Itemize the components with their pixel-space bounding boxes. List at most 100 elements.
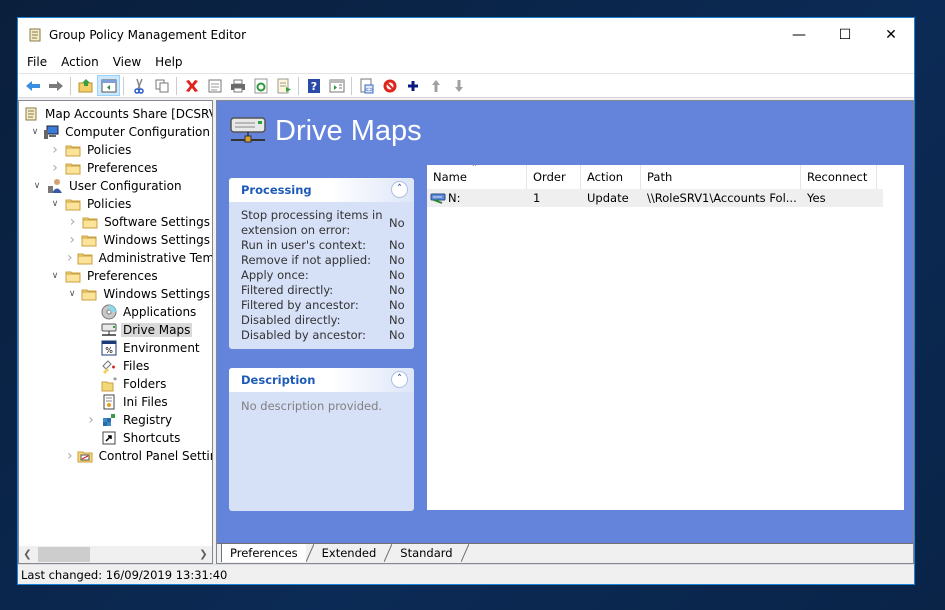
preferences-view: Drive Maps Processing ˄ Stop processing … xyxy=(217,101,913,543)
menu-file[interactable]: File xyxy=(20,55,54,69)
chevron-right-icon[interactable]: › xyxy=(67,448,73,464)
collapse-processing-button[interactable]: ˄ xyxy=(391,181,408,198)
horizontal-scrollbar[interactable]: ❮ ❯ xyxy=(19,546,212,563)
maximize-button[interactable]: ☐ xyxy=(822,18,868,51)
column-header-action[interactable]: Action xyxy=(581,165,641,189)
back-button[interactable] xyxy=(21,75,44,96)
processing-value: No xyxy=(389,253,405,267)
expander-placeholder xyxy=(85,432,97,444)
tree-item[interactable]: ∨ Windows Settings xyxy=(19,285,212,303)
export-list-button[interactable] xyxy=(272,75,295,96)
sort-ascending-icon: ⌃ xyxy=(471,163,478,172)
stop-button[interactable] xyxy=(378,75,401,96)
minimize-button[interactable]: — xyxy=(776,18,822,51)
delete-button[interactable] xyxy=(180,75,203,96)
print-button[interactable] xyxy=(226,75,249,96)
processing-value: No xyxy=(389,298,405,312)
tree-item[interactable]: › Registry xyxy=(19,411,212,429)
tree-item[interactable]: * Folders xyxy=(19,375,212,393)
tree-item[interactable]: Ini Files xyxy=(19,393,212,411)
column-header-reconnect[interactable]: Reconnect xyxy=(801,165,877,189)
refresh-button[interactable] xyxy=(249,75,272,96)
tab-standard[interactable]: Standard xyxy=(392,544,460,562)
tree-item[interactable]: Files xyxy=(19,357,212,375)
toolbar-separator xyxy=(70,76,71,95)
processing-panel-title: Processing xyxy=(241,183,312,197)
forward-button[interactable] xyxy=(44,75,67,96)
tree-item[interactable]: › Control Panel Setting xyxy=(19,447,212,465)
tree-item[interactable]: Drive Maps xyxy=(19,321,212,339)
tree-item[interactable]: › Software Settings xyxy=(19,213,212,231)
copy-button[interactable] xyxy=(150,75,173,96)
column-header-order[interactable]: Order xyxy=(527,165,581,189)
properties-button[interactable] xyxy=(203,75,226,96)
back-arrow-icon xyxy=(25,80,40,91)
printer-icon xyxy=(230,79,245,92)
tab-separator xyxy=(383,543,393,563)
close-button[interactable]: ✕ xyxy=(868,18,914,51)
tree-item[interactable]: › Windows Settings xyxy=(19,231,212,249)
menu-help[interactable]: Help xyxy=(148,55,189,69)
scroll-thumb[interactable] xyxy=(38,547,90,562)
folder-icon xyxy=(65,142,81,158)
menu-action[interactable]: Action xyxy=(54,55,106,69)
chevron-double-up-icon: ˄ xyxy=(397,374,402,384)
tree-item[interactable]: Shortcuts xyxy=(19,429,212,447)
tree-item[interactable]: Applications xyxy=(19,303,212,321)
processing-key: Run in user's context: xyxy=(241,238,366,252)
tab-preferences[interactable]: Preferences xyxy=(221,544,306,562)
chevron-right-icon[interactable]: › xyxy=(49,160,61,176)
details-pane: Drive Maps Processing ˄ Stop processing … xyxy=(216,100,914,564)
scroll-right-icon[interactable]: ❯ xyxy=(195,546,212,563)
collapse-description-button[interactable]: ˄ xyxy=(391,371,408,388)
tree-item[interactable]: Map Accounts Share [DCSRV1.IT xyxy=(19,105,212,123)
tree-item[interactable]: › Administrative Templ xyxy=(19,249,212,267)
chevron-down-icon[interactable]: ∨ xyxy=(31,126,39,138)
move-up-button[interactable] xyxy=(424,75,447,96)
tree-item-label: Software Settings xyxy=(104,215,210,229)
help-button[interactable]: ? xyxy=(302,75,325,96)
add-button[interactable] xyxy=(401,75,424,96)
chevron-down-icon[interactable]: ∨ xyxy=(31,180,43,192)
tree-item[interactable]: › Policies xyxy=(19,141,212,159)
tree-item[interactable]: ∨ Preferences xyxy=(19,267,212,285)
show-hide-console-tree-button[interactable] xyxy=(97,75,120,96)
tree-item[interactable]: › Preferences xyxy=(19,159,212,177)
scroll-track[interactable] xyxy=(36,546,195,563)
tree-item-label: Shortcuts xyxy=(123,431,181,445)
chevron-right-icon[interactable]: › xyxy=(85,412,97,428)
tree-item[interactable]: ∨ Computer Configuration xyxy=(19,123,212,141)
console-tree: Map Accounts Share [DCSRV1.IT ∨ Computer C… xyxy=(18,100,213,564)
chevron-right-icon[interactable]: › xyxy=(67,232,77,248)
chevron-right-icon[interactable]: › xyxy=(49,142,61,158)
list-row[interactable]: N: 1 Update \\RoleSRV1\Accounts Fol... Y… xyxy=(427,189,883,207)
tree-item[interactable]: % Environment xyxy=(19,339,212,357)
chevron-down-icon[interactable]: ∨ xyxy=(67,288,77,300)
scroll-left-icon[interactable]: ❮ xyxy=(19,546,36,563)
tree-item-label: Policies xyxy=(87,143,132,157)
tab-extended[interactable]: Extended xyxy=(314,544,385,562)
column-header-path[interactable]: Path xyxy=(641,165,801,189)
tree-item[interactable]: ∨ Policies xyxy=(19,195,212,213)
control-panel-folder-icon xyxy=(77,448,93,464)
cut-button[interactable] xyxy=(127,75,150,96)
up-one-level-button[interactable] xyxy=(74,75,97,96)
maximize-icon: ☐ xyxy=(838,26,852,43)
chevron-down-icon[interactable]: ∨ xyxy=(49,198,61,210)
tree-item-label: Applications xyxy=(123,305,197,319)
menu-view[interactable]: View xyxy=(106,55,148,69)
chevron-right-icon[interactable]: › xyxy=(67,250,73,266)
tree-item-label: Computer Configuration xyxy=(65,125,210,139)
tab-separator xyxy=(305,543,315,563)
processing-row: Run in user's context: No xyxy=(241,238,414,253)
chevron-right-icon[interactable]: › xyxy=(67,214,78,230)
toolbar: ? <> xyxy=(18,73,914,98)
tree-item[interactable]: ∨ User Configuration xyxy=(19,177,212,195)
show-action-pane-button[interactable] xyxy=(325,75,348,96)
chevron-down-icon[interactable]: ∨ xyxy=(49,270,61,282)
move-down-button[interactable] xyxy=(447,75,470,96)
column-header-name[interactable]: ⌃ Name xyxy=(427,163,527,189)
new-item-button[interactable]: <> xyxy=(355,75,378,96)
processing-row: Disabled by ancestor: No xyxy=(241,328,414,343)
view-tabs: Preferences Extended Standard xyxy=(217,543,913,563)
